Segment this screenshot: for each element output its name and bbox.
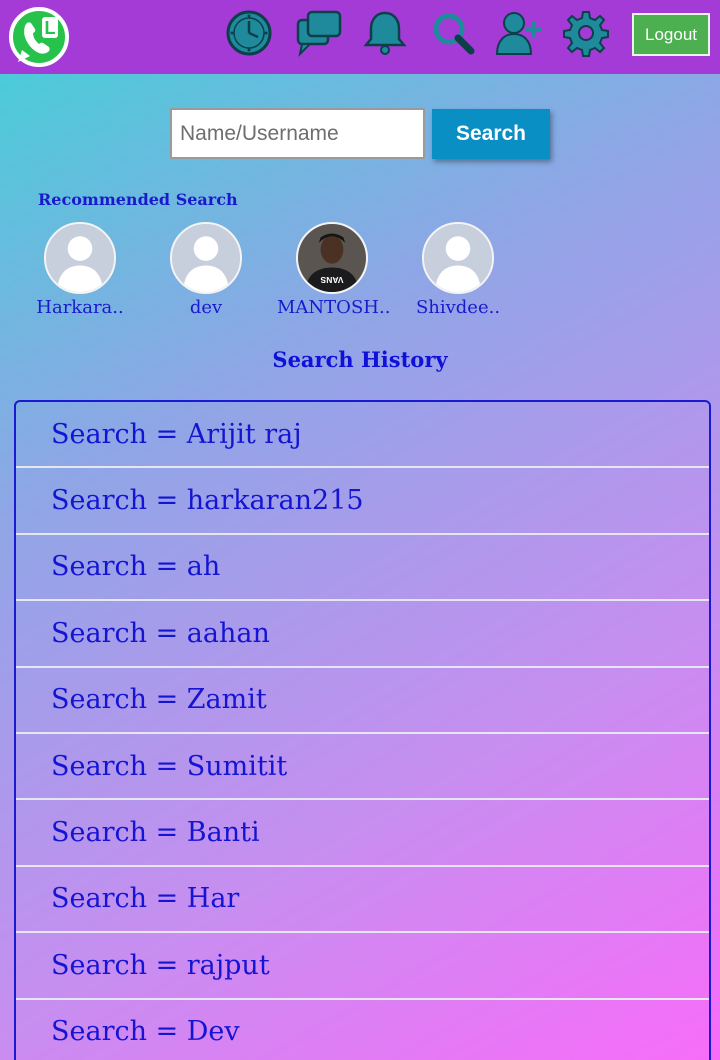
search-input[interactable] [170, 108, 425, 159]
history-item[interactable]: Search = Zamit [16, 668, 709, 734]
gear-icon[interactable] [561, 8, 611, 58]
history-item[interactable]: Search = Sumitit [16, 734, 709, 801]
default-avatar-icon [44, 222, 116, 294]
search-history-list: Search = Arijit raj Search = harkaran215… [14, 400, 711, 1060]
app-logo-icon[interactable]: L [8, 6, 70, 68]
history-item[interactable]: Search = aahan [16, 601, 709, 668]
history-item[interactable]: Search = rajput [16, 933, 709, 1000]
history-item[interactable]: Search = ah [16, 535, 709, 602]
history-item[interactable]: Search = Dev [16, 1000, 709, 1060]
recommended-user[interactable]: VANS MANTOSH.. [277, 222, 391, 318]
profile-photo: VANS [296, 222, 368, 294]
clock-icon[interactable] [224, 8, 274, 58]
history-item[interactable]: Search = Har [16, 867, 709, 934]
default-avatar-icon [422, 222, 494, 294]
svg-text:VANS: VANS [320, 275, 343, 285]
recommended-user-name: Shivdee.. [415, 297, 501, 318]
recommended-user[interactable]: Harkara.. [25, 222, 135, 318]
default-avatar-icon [170, 222, 242, 294]
history-item[interactable]: Search = harkaran215 [16, 468, 709, 535]
search-button[interactable]: Search [432, 109, 550, 159]
recommended-search-title: Recommended Search [38, 190, 238, 209]
recommended-user[interactable]: dev [151, 222, 261, 318]
svg-text:L: L [45, 18, 56, 38]
recommended-user-name: dev [189, 297, 223, 318]
history-item[interactable]: Search = Banti [16, 800, 709, 867]
search-history-title: Search History [272, 347, 448, 372]
recommended-user[interactable]: Shivdee.. [403, 222, 513, 318]
chat-icon[interactable] [294, 8, 344, 58]
bell-icon[interactable] [360, 8, 410, 58]
recommended-user-name: Harkara.. [36, 297, 124, 318]
top-navbar: L Logout [0, 0, 720, 74]
history-item[interactable]: Search = Arijit raj [16, 402, 709, 469]
add-user-icon[interactable] [494, 8, 544, 58]
recommended-user-name: MANTOSH.. [277, 297, 391, 318]
search-icon[interactable] [428, 8, 478, 58]
logout-button[interactable]: Logout [632, 13, 710, 56]
